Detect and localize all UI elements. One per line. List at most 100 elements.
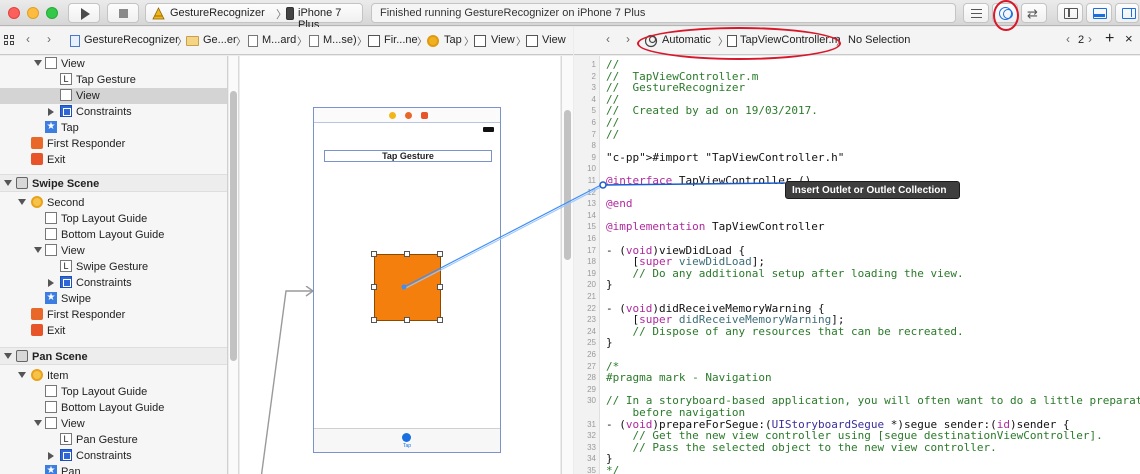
canvas-scrollbar[interactable] [561, 56, 573, 474]
forward-chevron-icon[interactable]: › [626, 32, 630, 46]
storyboard-canvas[interactable]: Tap Gesture Tap [240, 56, 560, 474]
outline-row-swipe-item[interactable]: ★ Swipe [0, 291, 227, 307]
run-button[interactable] [68, 3, 100, 23]
outline-row-view[interactable]: View [0, 243, 227, 259]
navigator-toggle-button[interactable] [1057, 3, 1083, 23]
outline-row-exit[interactable]: Exit [0, 152, 227, 168]
code-line[interactable]: // GestureRecognizer [606, 81, 745, 94]
code-line[interactable]: @interface TapViewController () [606, 174, 811, 187]
minimize-window-button[interactable] [27, 7, 39, 19]
back-chevron-icon[interactable]: ‹ [26, 32, 30, 46]
disclosure-open-icon[interactable] [18, 199, 26, 205]
outline-row-constraints[interactable]: Constraints [0, 104, 227, 120]
outline-row-tap-gesture[interactable]: L Tap Gesture [0, 72, 227, 88]
outline-row-pan-gesture[interactable]: L Pan Gesture [0, 432, 227, 448]
disclosure-open-icon[interactable] [4, 353, 12, 359]
resize-handle[interactable] [404, 317, 410, 323]
disclosure-open-icon[interactable] [34, 60, 42, 66]
outline-row-exit[interactable]: Exit [0, 323, 227, 339]
resize-handle[interactable] [371, 317, 377, 323]
outline-row-constraints[interactable]: Constraints [0, 275, 227, 291]
code-line[interactable]: // Do any additional setup after loading… [606, 267, 963, 280]
code-line[interactable]: } [606, 336, 613, 349]
tap-scene[interactable]: Tap Gesture Tap [313, 107, 501, 453]
resize-handle[interactable] [404, 251, 410, 257]
outline-row-top-layout-guide[interactable]: Top Layout Guide [0, 211, 227, 227]
forward-chevron-icon[interactable]: › [47, 32, 51, 46]
resize-handle[interactable] [371, 251, 377, 257]
canvas-scroll-thumb[interactable] [564, 110, 571, 260]
resize-handle[interactable] [437, 284, 443, 290]
outline-scene-pan[interactable]: Pan Scene [0, 347, 227, 365]
resize-handle[interactable] [437, 317, 443, 323]
orange-tap-view[interactable] [374, 254, 441, 321]
jump-item-storyboard-base[interactable]: M...se) [323, 34, 357, 46]
exit-dock-icon[interactable] [421, 112, 428, 119]
code-line[interactable]: */ [606, 464, 619, 474]
code-editor[interactable]: 1//2// TapViewController.m 3// GestureRec… [574, 56, 1140, 474]
outline-row-first-responder[interactable]: First Responder [0, 307, 227, 323]
previous-counterpart-icon[interactable]: ‹ [1066, 32, 1070, 46]
code-line[interactable]: // Dispose of any resources that can be … [606, 325, 963, 338]
outline-row-bottom-layout-guide[interactable]: Bottom Layout Guide [0, 400, 227, 416]
jump-item-tap[interactable]: Tap [444, 34, 462, 46]
outline-scroll-thumb[interactable] [230, 91, 237, 361]
outline-row-pan-item[interactable]: ★ Pan [0, 464, 227, 474]
outline-row-tap-item[interactable]: ★ Tap [0, 120, 227, 136]
jump-item-storyboard[interactable]: M...ard [262, 34, 296, 46]
code-line[interactable]: @implementation TapViewController [606, 220, 825, 233]
outline-row-view-selected[interactable]: View [0, 88, 227, 104]
related-items-icon[interactable] [4, 35, 16, 47]
standard-editor-button[interactable] [963, 3, 989, 23]
assistant-mode-automatic[interactable]: Automatic [662, 34, 711, 46]
disclosure-open-icon[interactable] [34, 247, 42, 253]
assistant-selection[interactable]: No Selection [848, 34, 910, 46]
tab-item-icon[interactable] [402, 433, 411, 442]
add-editor-icon[interactable]: + [1105, 30, 1114, 48]
jump-item-group[interactable]: Ge...er [203, 34, 237, 46]
view-controller-dock-icon[interactable] [389, 112, 396, 119]
code-line[interactable]: "c-pp">#import "TapViewController.h" [606, 151, 844, 164]
maximize-window-button[interactable] [46, 7, 58, 19]
outline-scrollbar[interactable] [229, 56, 239, 474]
close-editor-icon[interactable]: × [1125, 31, 1133, 46]
version-editor-button[interactable]: ⇄ [1021, 3, 1047, 23]
jump-item-scene[interactable]: Fir...ne [384, 34, 418, 46]
outline-row-second[interactable]: Second [0, 195, 227, 211]
disclosure-open-icon[interactable] [4, 180, 12, 186]
back-chevron-icon[interactable]: ‹ [606, 32, 610, 46]
segue-arrow[interactable] [258, 286, 314, 474]
jump-item-view-selected[interactable]: View [542, 34, 566, 46]
close-window-button[interactable] [8, 7, 20, 19]
code-line[interactable]: #pragma mark - Navigation [606, 371, 772, 384]
scheme-selector[interactable]: GestureRecognizer 〉 iPhone 7 Plus [145, 3, 363, 31]
outline-row-top-layout-guide[interactable]: Top Layout Guide [0, 384, 227, 400]
code-line[interactable]: // Created by ad on 19/03/2017. [606, 104, 818, 117]
stop-button[interactable] [107, 3, 139, 23]
outline-row-item[interactable]: Item [0, 368, 227, 384]
next-counterpart-icon[interactable]: › [1088, 32, 1092, 46]
disclosure-closed-icon[interactable] [48, 452, 54, 460]
jump-item-view[interactable]: View [491, 34, 515, 46]
tap-gesture-label[interactable]: Tap Gesture [324, 150, 492, 162]
outline-row-constraints[interactable]: Constraints [0, 448, 227, 464]
debug-area-toggle-button[interactable] [1086, 3, 1112, 23]
outline-row-view[interactable]: View [0, 56, 227, 72]
utilities-toggle-button[interactable] [1115, 3, 1139, 23]
first-responder-dock-icon[interactable] [405, 112, 412, 119]
outline-row-bottom-layout-guide[interactable]: Bottom Layout Guide [0, 227, 227, 243]
disclosure-open-icon[interactable] [18, 372, 26, 378]
disclosure-open-icon[interactable] [34, 420, 42, 426]
outline-row-swipe-gesture[interactable]: L Swipe Gesture [0, 259, 227, 275]
disclosure-closed-icon[interactable] [48, 279, 54, 287]
resize-handle[interactable] [437, 251, 443, 257]
code-line[interactable]: @end [606, 197, 633, 210]
code-line[interactable]: // [606, 128, 619, 141]
resize-handle[interactable] [371, 284, 377, 290]
code-line[interactable]: // Pass the selected object to the new v… [606, 441, 996, 454]
outline-scene-swipe[interactable]: Swipe Scene [0, 174, 227, 192]
outline-row-view[interactable]: View [0, 416, 227, 432]
code-line[interactable]: } [606, 278, 613, 291]
disclosure-closed-icon[interactable] [48, 108, 54, 116]
assistant-editor-button[interactable] [992, 3, 1018, 23]
